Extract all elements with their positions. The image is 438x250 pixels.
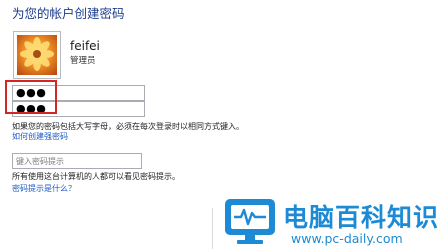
highlight-box <box>5 80 57 114</box>
strong-password-link[interactable]: 如何创建强密码 <box>12 131 68 142</box>
password-hint-help-link[interactable]: 密码提示是什么？ <box>12 183 76 194</box>
divider <box>212 208 213 249</box>
watermark-url: www.pc-daily.com <box>291 231 403 246</box>
user-role: 管理员 <box>70 56 96 66</box>
flower-icon <box>17 35 57 75</box>
watermark-name: 电脑百科知识 <box>283 203 438 232</box>
hint-visibility-note: 所有使用这台计算机的人都可以看见密码提示。 <box>12 172 180 181</box>
user-avatar <box>13 31 61 79</box>
page-title: 为您的帐户创建密码 <box>12 6 125 21</box>
pc-daily-logo-icon <box>224 196 276 250</box>
password-hint-input[interactable] <box>12 153 142 169</box>
user-name: feifei <box>70 39 100 53</box>
